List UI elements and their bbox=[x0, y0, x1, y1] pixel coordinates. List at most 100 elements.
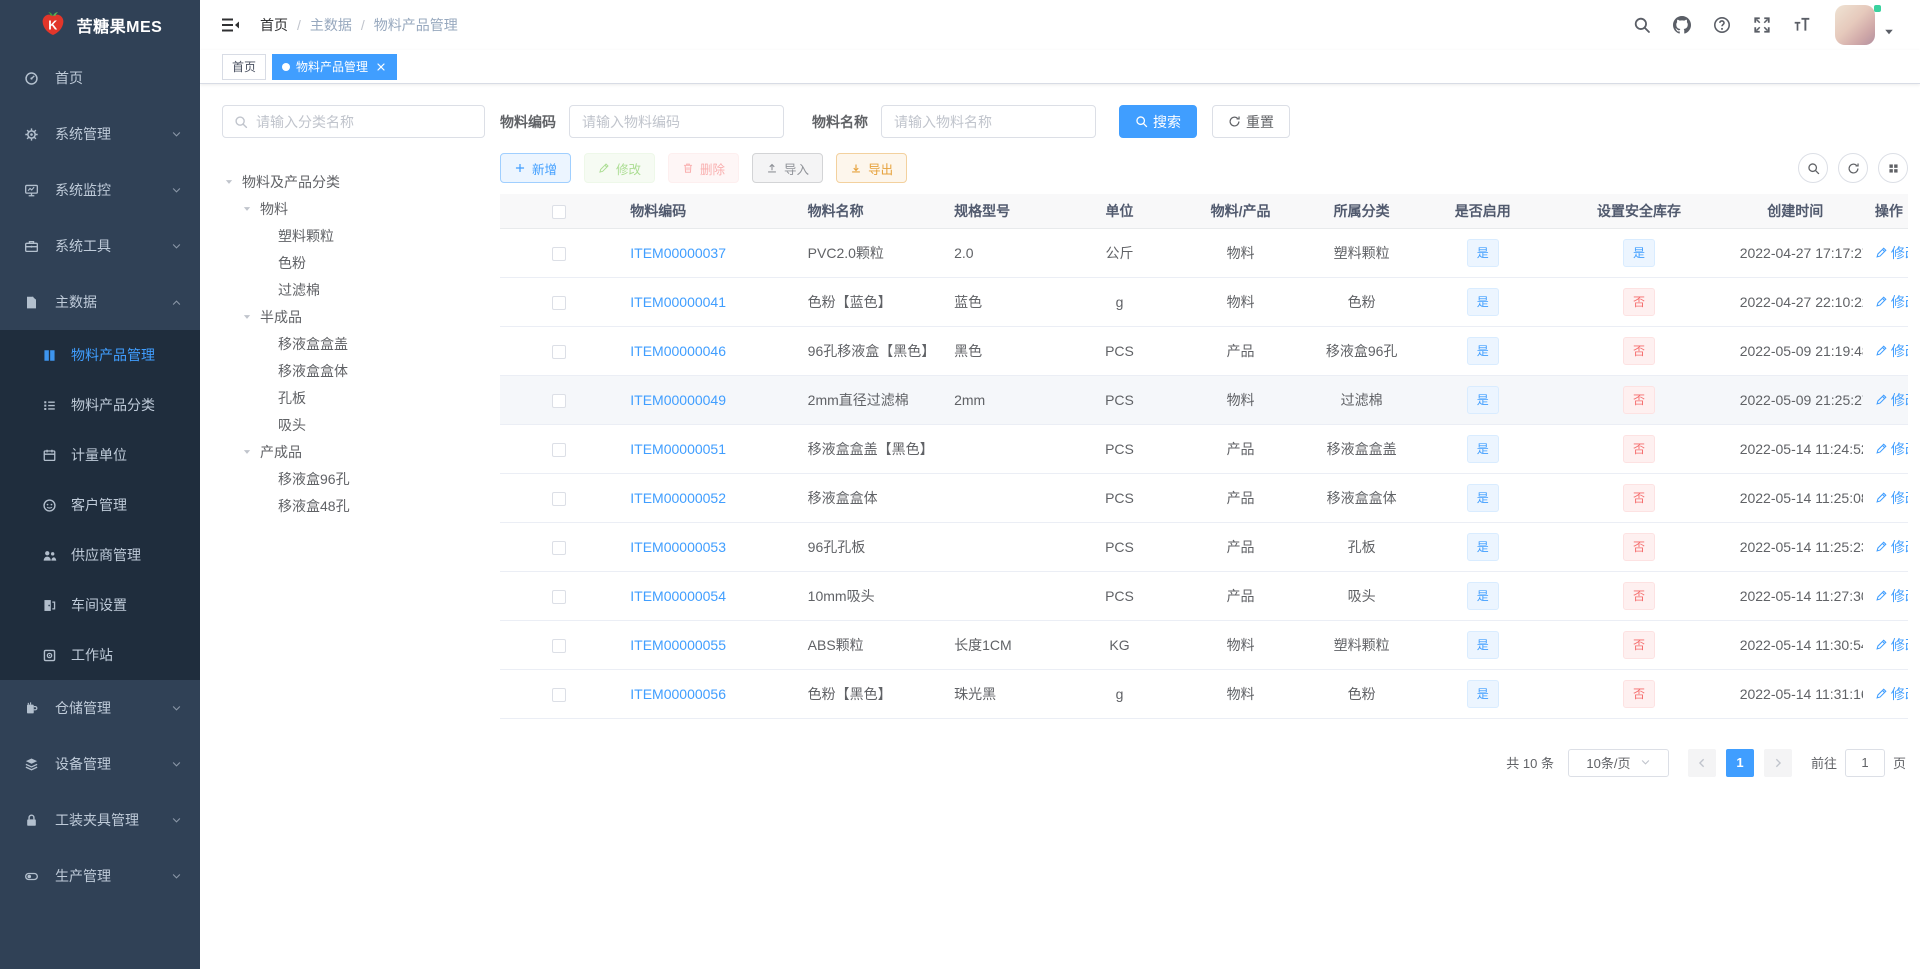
sidebar-item[interactable]: 生产管理 bbox=[0, 848, 200, 904]
header-search-icon[interactable] bbox=[1633, 16, 1651, 34]
row-edit-link[interactable]: 修改 bbox=[1875, 439, 1908, 459]
toolbar-button[interactable]: 导出 bbox=[836, 153, 908, 183]
tree-node[interactable]: 半成品 bbox=[222, 303, 485, 330]
sidebar-item[interactable]: 车间设置 bbox=[0, 580, 200, 630]
tree-node[interactable]: 移液盒96孔 bbox=[222, 465, 485, 492]
sidebar-item[interactable]: 客户管理 bbox=[0, 480, 200, 530]
sidebar-collapse-icon[interactable] bbox=[220, 15, 240, 35]
item-code-link[interactable]: ITEM00000049 bbox=[630, 392, 726, 408]
sidebar-item[interactable]: 设备管理 bbox=[0, 736, 200, 792]
sidebar-item[interactable]: 系统管理 bbox=[0, 106, 200, 162]
tree-search-input[interactable] bbox=[256, 113, 473, 130]
help-icon[interactable] bbox=[1713, 16, 1731, 34]
tree-node[interactable]: 色粉 bbox=[222, 249, 485, 276]
item-code-link[interactable]: ITEM00000046 bbox=[630, 343, 726, 359]
refresh-table-button[interactable] bbox=[1838, 153, 1868, 183]
sidebar-item[interactable]: 物料产品分类 bbox=[0, 380, 200, 430]
show-search-toggle-button[interactable] bbox=[1798, 153, 1828, 183]
item-code-link[interactable]: ITEM00000054 bbox=[630, 588, 726, 604]
search-button[interactable]: 搜索 bbox=[1119, 105, 1197, 138]
tree-node[interactable]: 物料 bbox=[222, 195, 485, 222]
sidebar-item[interactable]: 首页 bbox=[0, 50, 200, 106]
font-size-icon[interactable] bbox=[1793, 16, 1811, 34]
item-code-link[interactable]: ITEM00000041 bbox=[630, 294, 726, 310]
sidebar-item[interactable]: 工作站 bbox=[0, 630, 200, 680]
item-code-link[interactable]: ITEM00000055 bbox=[630, 637, 726, 653]
reset-button[interactable]: 重置 bbox=[1212, 105, 1290, 138]
avatar[interactable] bbox=[1835, 5, 1875, 45]
tree-node[interactable]: 吸头 bbox=[222, 411, 485, 438]
row-checkbox[interactable] bbox=[552, 442, 567, 457]
prev-page-button[interactable] bbox=[1687, 748, 1716, 777]
name-input[interactable] bbox=[881, 105, 1096, 138]
cell-created-time: 2022-05-14 11:31:16 bbox=[1727, 669, 1863, 719]
user-menu[interactable] bbox=[1835, 5, 1895, 45]
view-tab[interactable]: 首页 bbox=[222, 53, 267, 80]
sidebar-item[interactable]: 物料产品管理 bbox=[0, 330, 200, 380]
tree-node[interactable]: 过滤棉 bbox=[222, 276, 485, 303]
toolbar-button-icon bbox=[598, 162, 610, 174]
row-edit-link[interactable]: 修改 bbox=[1875, 635, 1908, 655]
tree-node[interactable]: 产成品 bbox=[222, 438, 485, 465]
sidebar-item[interactable]: 计量单位 bbox=[0, 430, 200, 480]
code-input[interactable] bbox=[569, 105, 784, 138]
toolbar-button[interactable]: 新增 bbox=[500, 153, 572, 183]
row-checkbox[interactable] bbox=[552, 295, 567, 310]
row-edit-link[interactable]: 修改 bbox=[1875, 684, 1908, 704]
page-number-button[interactable]: 1 bbox=[1725, 748, 1754, 777]
toolbar-button[interactable]: 修改 bbox=[584, 153, 656, 183]
tree-node[interactable]: 塑料颗粒 bbox=[222, 222, 485, 249]
fullscreen-icon[interactable] bbox=[1753, 16, 1771, 34]
column-settings-button[interactable] bbox=[1878, 153, 1908, 183]
sidebar-item[interactable]: 系统监控 bbox=[0, 162, 200, 218]
cell-category: 塑料颗粒 bbox=[1308, 620, 1416, 670]
item-code-link[interactable]: ITEM00000056 bbox=[630, 686, 726, 702]
item-code-link[interactable]: ITEM00000052 bbox=[630, 490, 726, 506]
toolbar-button-icon bbox=[514, 162, 526, 174]
sidebar-item[interactable]: 系统工具 bbox=[0, 218, 200, 274]
row-checkbox[interactable] bbox=[552, 491, 567, 506]
row-checkbox[interactable] bbox=[552, 589, 567, 604]
item-code-link[interactable]: ITEM00000037 bbox=[630, 245, 726, 261]
cell-actions: 修改 删除 bbox=[1862, 424, 1908, 474]
github-icon[interactable] bbox=[1673, 16, 1691, 34]
row-checkbox[interactable] bbox=[552, 687, 567, 702]
tree-node[interactable]: 移液盒盒体 bbox=[222, 357, 485, 384]
tree-node[interactable]: 移液盒盒盖 bbox=[222, 330, 485, 357]
row-checkbox[interactable] bbox=[552, 393, 567, 408]
tree-node[interactable]: 孔板 bbox=[222, 384, 485, 411]
item-code-link[interactable]: ITEM00000051 bbox=[630, 441, 726, 457]
tree-node[interactable]: 物料及产品分类 bbox=[222, 168, 485, 195]
toolbar-button[interactable]: 删除 bbox=[668, 153, 740, 183]
item-code-link[interactable]: ITEM00000053 bbox=[630, 539, 726, 555]
cell-select bbox=[500, 669, 619, 719]
toolbar-button[interactable]: 导入 bbox=[752, 153, 824, 183]
page-size-select[interactable]: 10条/页 bbox=[1567, 748, 1669, 777]
row-checkbox[interactable] bbox=[552, 246, 567, 261]
select-all-checkbox[interactable] bbox=[552, 204, 567, 219]
row-checkbox[interactable] bbox=[552, 638, 567, 653]
row-edit-link[interactable]: 修改 bbox=[1875, 537, 1908, 557]
app-logo[interactable]: K 苦糖果MES bbox=[0, 0, 200, 50]
sidebar-item[interactable]: 主数据 bbox=[0, 274, 200, 330]
row-edit-link[interactable]: 修改 bbox=[1875, 488, 1908, 508]
edit-icon bbox=[1875, 442, 1888, 455]
row-edit-link[interactable]: 修改 bbox=[1875, 243, 1908, 263]
row-edit-link[interactable]: 修改 bbox=[1875, 341, 1908, 361]
row-checkbox[interactable] bbox=[552, 344, 567, 359]
sidebar-item[interactable]: 仓储管理 bbox=[0, 680, 200, 736]
row-edit-link[interactable]: 修改 bbox=[1875, 292, 1908, 312]
close-icon[interactable] bbox=[375, 61, 387, 73]
row-checkbox[interactable] bbox=[552, 540, 567, 555]
tree-node[interactable]: 移液盒48孔 bbox=[222, 492, 485, 519]
table-header-cell bbox=[500, 194, 619, 229]
goto-page-input[interactable] bbox=[1844, 748, 1885, 777]
cell-unit: PCS bbox=[1065, 424, 1173, 474]
row-edit-link[interactable]: 修改 bbox=[1875, 586, 1908, 606]
row-edit-link[interactable]: 修改 bbox=[1875, 390, 1908, 410]
sidebar-item[interactable]: 供应商管理 bbox=[0, 530, 200, 580]
next-page-button[interactable] bbox=[1763, 748, 1792, 777]
sidebar-item[interactable]: 工装夹具管理 bbox=[0, 792, 200, 848]
view-tab[interactable]: 物料产品管理 bbox=[272, 53, 398, 80]
breadcrumb-item[interactable]: 首页 bbox=[260, 15, 310, 35]
